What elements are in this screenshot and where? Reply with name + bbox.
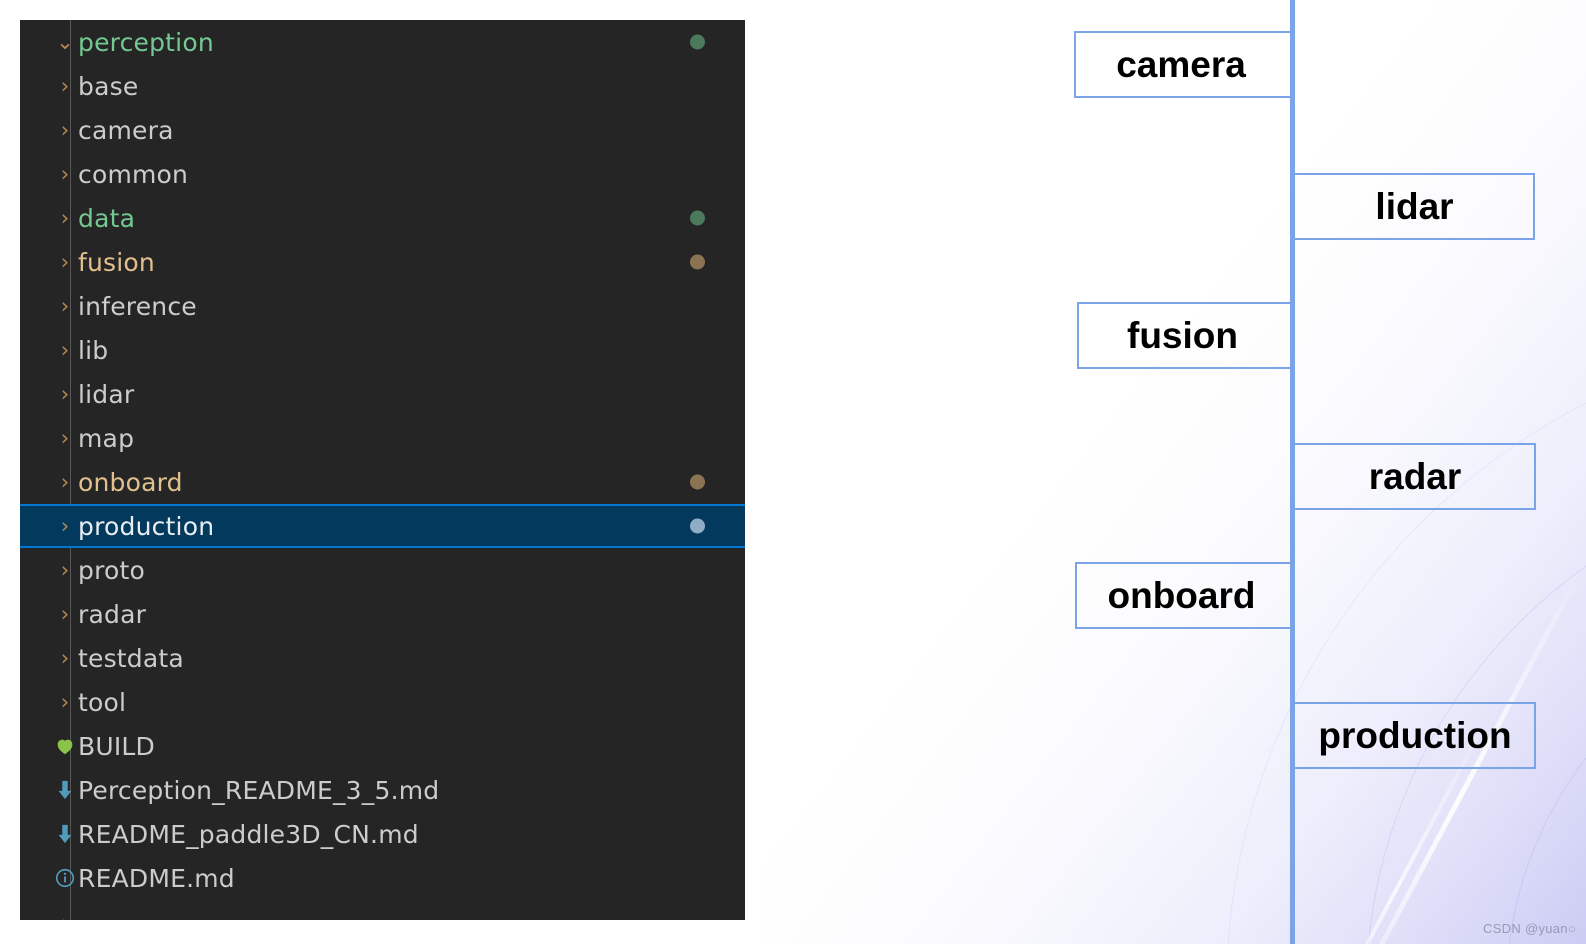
git-status-dot bbox=[690, 518, 705, 534]
chevron-right-icon[interactable]: › bbox=[52, 207, 78, 229]
csdn-watermark: CSDN @yuan○ bbox=[1483, 921, 1576, 936]
chevron-right-icon[interactable]: › bbox=[52, 691, 78, 713]
git-status-dot bbox=[690, 34, 705, 50]
chevron-right-icon[interactable]: › bbox=[52, 515, 78, 537]
tree-item-common[interactable]: › common bbox=[20, 152, 745, 196]
diagram-box-camera[interactable]: camera bbox=[1074, 31, 1292, 98]
tree-item-label: inference bbox=[78, 291, 197, 321]
indent-spacer bbox=[20, 636, 52, 680]
indent-spacer bbox=[20, 856, 52, 900]
info-circle-icon bbox=[52, 867, 78, 889]
chevron-right-icon[interactable]: › bbox=[52, 295, 78, 317]
tree-item-label: perception bbox=[78, 27, 214, 57]
tree-item-label: Perception_README_3_5.md bbox=[78, 775, 440, 805]
chevron-right-icon[interactable]: › bbox=[52, 163, 78, 185]
indent-spacer bbox=[20, 592, 52, 636]
markdown-icon bbox=[52, 823, 78, 845]
indent-spacer bbox=[20, 812, 52, 856]
diagram-box-radar[interactable]: radar bbox=[1290, 443, 1536, 510]
tree-item-label: production bbox=[78, 511, 215, 541]
tree-item-data[interactable]: › data bbox=[20, 196, 745, 240]
chevron-right-icon[interactable]: › bbox=[52, 559, 78, 581]
tree-item-perception-readme-3-5-md[interactable]: Perception_README_3_5.md bbox=[20, 768, 745, 812]
tree-item-label: README.md bbox=[78, 863, 235, 893]
tree-item-label: README_paddle3D_CN.md bbox=[78, 819, 419, 849]
tree-item-tool[interactable]: › tool bbox=[20, 680, 745, 724]
tree-item-radar[interactable]: › radar bbox=[20, 592, 745, 636]
indent-spacer bbox=[20, 64, 52, 108]
tree-item-testdata[interactable]: › testdata bbox=[20, 636, 745, 680]
tree-item-readme-md[interactable]: README.md bbox=[20, 856, 745, 900]
indent-spacer bbox=[20, 108, 52, 152]
indent-spacer bbox=[20, 506, 52, 546]
tree-item-proto[interactable]: › proto bbox=[20, 548, 745, 592]
tree-item-readme-paddle3d-cn-md[interactable]: README_paddle3D_CN.md bbox=[20, 812, 745, 856]
indent-spacer bbox=[20, 328, 52, 372]
tree-item-label: testdata bbox=[78, 643, 184, 673]
indent-spacer bbox=[20, 768, 52, 812]
chevron-right-icon: › bbox=[52, 911, 78, 920]
diagram-box-lidar[interactable]: lidar bbox=[1290, 173, 1535, 240]
chevron-right-icon[interactable]: › bbox=[52, 427, 78, 449]
chevron-right-icon[interactable]: › bbox=[52, 603, 78, 625]
indent-spacer bbox=[20, 240, 52, 284]
tree-item-lib[interactable]: › lib bbox=[20, 328, 745, 372]
tree-item-label: tool bbox=[78, 687, 127, 717]
chevron-right-icon[interactable]: › bbox=[52, 251, 78, 273]
indent-spacer bbox=[20, 284, 52, 328]
tree-item-label: fusion bbox=[78, 247, 155, 277]
tree-item-fusion[interactable]: › fusion bbox=[20, 240, 745, 284]
tree-item-label: data bbox=[78, 203, 136, 233]
tree-item-inference[interactable]: › inference bbox=[20, 284, 745, 328]
chevron-right-icon[interactable]: › bbox=[52, 339, 78, 361]
tree-item-label: common bbox=[78, 159, 189, 189]
tree-item-label: onboard bbox=[78, 467, 183, 497]
tree-item-production[interactable]: › production bbox=[20, 504, 745, 548]
tree-item-perception[interactable]: ⌄ perception bbox=[20, 20, 745, 64]
tree-item-lidar[interactable]: › lidar bbox=[20, 372, 745, 416]
bazel-leaf-icon bbox=[52, 735, 78, 757]
tree-item-map[interactable]: › map bbox=[20, 416, 745, 460]
indent-spacer bbox=[20, 196, 52, 240]
tree-item-label: camera bbox=[78, 115, 174, 145]
tree-item-label: proto bbox=[78, 555, 145, 585]
markdown-icon bbox=[52, 779, 78, 801]
tree-item-label: base bbox=[78, 71, 139, 101]
diagram-box-fusion[interactable]: fusion bbox=[1077, 302, 1292, 369]
indent-spacer bbox=[20, 372, 52, 416]
indent-spacer bbox=[20, 680, 52, 724]
diagram-box-production[interactable]: production bbox=[1290, 702, 1536, 769]
file-explorer-panel[interactable]: ⌄ perception › base › camera › common › data › fu… bbox=[20, 20, 745, 920]
tree-item-label: BUILD bbox=[78, 731, 156, 761]
chevron-right-icon[interactable]: › bbox=[52, 119, 78, 141]
git-status-dot bbox=[690, 210, 705, 226]
diagram-box-onboard[interactable]: onboard bbox=[1075, 562, 1292, 629]
indent-spacer bbox=[20, 548, 52, 592]
tree-item-onboard[interactable]: › onboard bbox=[20, 460, 745, 504]
tree-item-camera[interactable]: › camera bbox=[20, 108, 745, 152]
decorative-arc bbox=[1226, 330, 1586, 944]
tree-item-label: radar bbox=[78, 599, 147, 629]
tree-item-base[interactable]: › base bbox=[20, 64, 745, 108]
decorative-arc bbox=[1506, 610, 1586, 944]
tree-item-build[interactable]: BUILD bbox=[20, 724, 745, 768]
chevron-right-icon[interactable]: › bbox=[52, 471, 78, 493]
tree-item-label: map bbox=[78, 423, 135, 453]
tree-rows: › base › camera › common › data › fusion › inferenc… bbox=[20, 64, 745, 900]
indent-spacer bbox=[20, 460, 52, 504]
chevron-right-icon[interactable]: › bbox=[52, 383, 78, 405]
chevron-down-icon[interactable]: ⌄ bbox=[52, 31, 78, 53]
indent-spacer bbox=[20, 416, 52, 460]
git-status-dot bbox=[690, 474, 705, 490]
indent-spacer bbox=[20, 152, 52, 196]
chevron-right-icon[interactable]: › bbox=[52, 75, 78, 97]
tree-item-partial-cutoff: › bbox=[20, 900, 745, 920]
indent-spacer bbox=[20, 724, 52, 768]
chevron-right-icon[interactable]: › bbox=[52, 647, 78, 669]
tree-item-label: lib bbox=[78, 335, 109, 365]
git-status-dot bbox=[690, 254, 705, 270]
tree-item-label: lidar bbox=[78, 379, 135, 409]
